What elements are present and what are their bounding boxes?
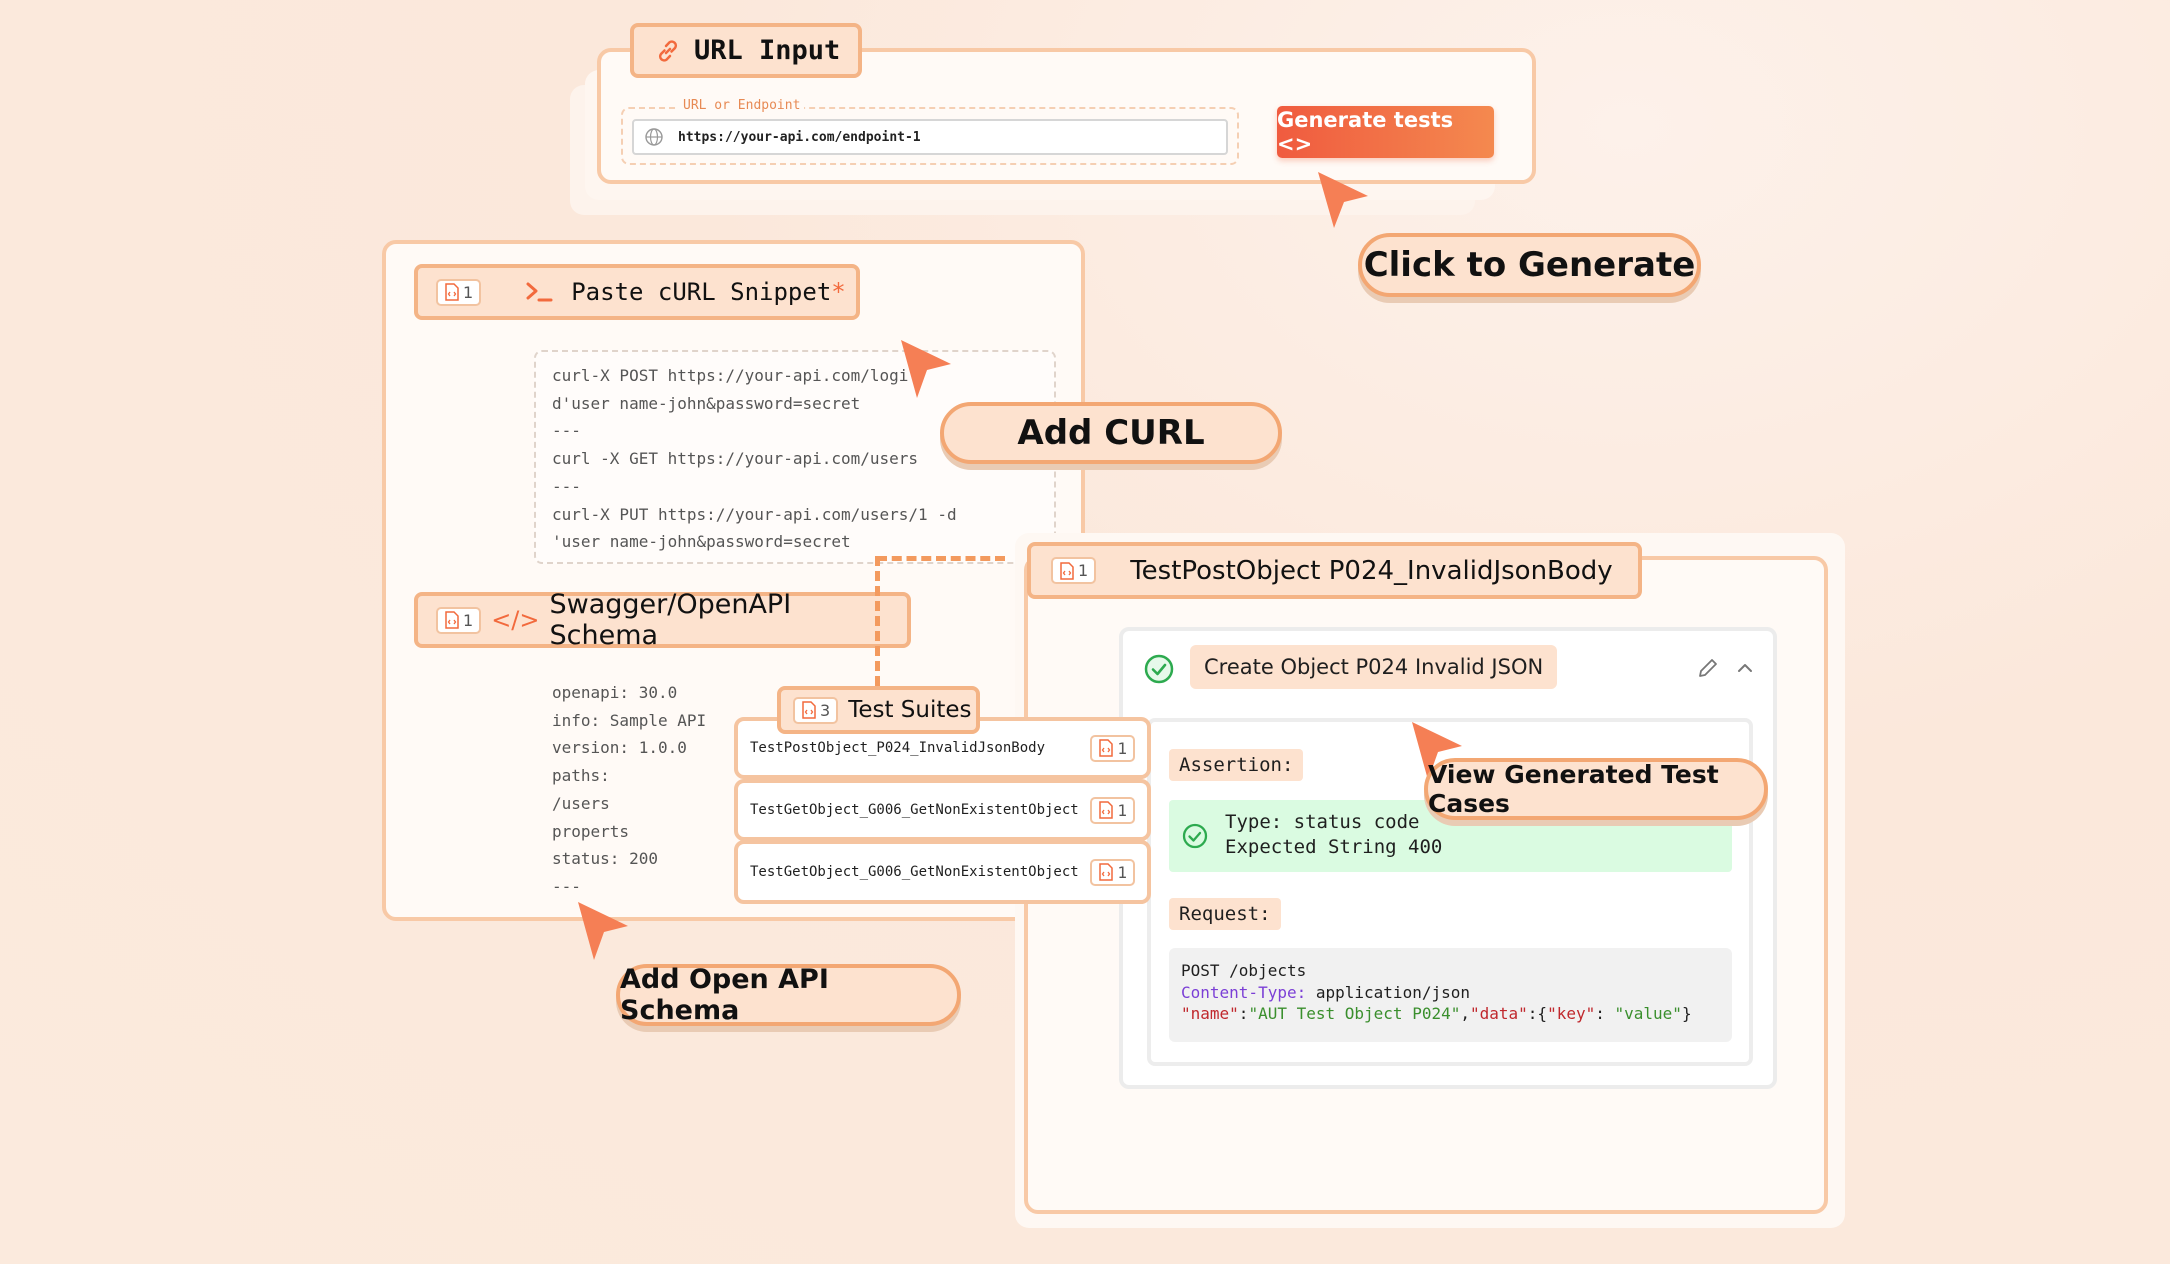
header-key: Content-Type: (1181, 982, 1307, 1002)
test-detail-title: TestPostObject P024_InvalidJsonBody (1130, 555, 1613, 586)
globe-icon (644, 127, 664, 147)
suite-name: TestPostObject_P024_InvalidJsonBody (750, 740, 1046, 756)
assertion-expected: Expected String 400 (1225, 836, 1443, 858)
request-code-box: POST /objects Content-Type: application/… (1169, 948, 1732, 1042)
json-key: "data" (1470, 1004, 1528, 1023)
assertion-label: Assertion: (1169, 749, 1304, 781)
swagger-badge-count: 1 (463, 610, 474, 630)
request-method-line: POST /objects (1181, 961, 1307, 980)
test-suite-row[interactable]: TestGetObject_G006_GetNonExistentObject … (734, 840, 1151, 904)
curl-file-badge: 1 (436, 278, 482, 306)
click-to-generate-callout: Click to Generate (1358, 233, 1701, 297)
suites-badge-count: 3 (820, 700, 831, 720)
suite-name: TestGetObject_G006_GetNonExistentObject (750, 802, 1079, 818)
swagger-line: properts (552, 821, 630, 841)
detail-badge-count: 1 (1078, 561, 1089, 580)
link-icon (654, 37, 682, 65)
curl-tab[interactable]: 1 Paste cURL Snippet * (414, 264, 860, 320)
request-body-line: "name":"AUT Test Object P024","data":{"k… (1181, 1003, 1720, 1025)
detail-file-badge: 1 (1051, 557, 1097, 584)
view-cases-callout: View Generated Test Cases (1424, 758, 1768, 820)
chevron-up-icon[interactable] (1735, 658, 1755, 678)
generate-tests-button[interactable]: Generate tests <> (1277, 106, 1494, 158)
curl-badge-count: 1 (463, 282, 474, 302)
suite-count-badge: 1 (1090, 858, 1135, 886)
pointer-arrow-icon (1318, 172, 1368, 228)
check-circle-icon (1181, 822, 1209, 850)
test-case-card: Create Object P024 Invalid JSON Assertio… (1119, 627, 1777, 1089)
code-brackets-icon: </> (491, 606, 540, 634)
curl-tab-title: Paste cURL Snippet (571, 278, 832, 306)
terminal-icon (525, 280, 553, 304)
swagger-code: openapi: 30.0 info: Sample API version: … (552, 679, 706, 901)
pencil-icon[interactable] (1696, 656, 1720, 680)
suite-count-badge: 1 (1090, 796, 1135, 824)
test-suites-title: Test Suites (848, 697, 972, 723)
test-case-title: Create Object P024 Invalid JSON (1190, 645, 1558, 689)
test-suites-tab[interactable]: 3 Test Suites (777, 686, 980, 734)
json-key: "key" (1547, 1004, 1596, 1023)
suite-count: 1 (1117, 800, 1127, 820)
url-input-title: URL Input (694, 35, 841, 66)
swagger-line: openapi: 30.0 (552, 683, 678, 702)
assertion-type: Type: status code (1225, 811, 1420, 833)
check-circle-icon (1143, 653, 1175, 685)
request-label: Request: (1169, 898, 1281, 930)
file-code-icon (1099, 739, 1114, 757)
suite-name: TestGetObject_G006_GetNonExistentObject (750, 864, 1079, 880)
header-value: application/json (1306, 982, 1470, 1002)
json-value: "AUT Test Object P024" (1248, 1004, 1461, 1023)
test-suite-row[interactable]: TestGetObject_G006_GetNonExistentObject … (734, 779, 1151, 841)
swagger-tab[interactable]: 1 </> Swagger/OpenAPI Schema (414, 589, 911, 651)
suite-count: 1 (1117, 738, 1127, 758)
connector-line (875, 556, 880, 686)
swagger-file-badge: 1 (436, 606, 482, 634)
json-key: "name" (1181, 1004, 1239, 1023)
json-punct: :{ (1527, 1004, 1548, 1023)
add-openapi-callout: Add Open API Schema (616, 964, 961, 1026)
swagger-tab-title: Swagger/OpenAPI Schema (549, 589, 792, 651)
curl-line: --- (552, 476, 581, 496)
url-field-label: URL or Endpoint (679, 98, 805, 113)
suites-file-badge: 3 (793, 696, 839, 724)
add-curl-callout: Add CURL (940, 402, 1282, 464)
curl-line: curl -X GET https://your-api.com/users (552, 449, 919, 469)
file-code-icon (445, 611, 459, 629)
test-detail-tab[interactable]: 1 TestPostObject P024_InvalidJsonBody (1027, 542, 1642, 599)
suite-count: 1 (1117, 862, 1127, 882)
swagger-line: status: 200 (552, 849, 658, 869)
file-code-icon (1060, 561, 1074, 580)
connector-line (877, 556, 1005, 561)
curl-line: 'user name-john&password=secret (552, 532, 851, 552)
curl-line: curl-X PUT https://your-api.com/users/1 … (552, 504, 957, 524)
json-punct: : (1238, 1004, 1249, 1023)
json-punct: : (1595, 1004, 1615, 1023)
swagger-line: version: 1.0.0 (552, 738, 687, 758)
swagger-line: --- (552, 876, 581, 896)
assertion-text: Type: status code Expected String 400 (1225, 810, 1442, 860)
swagger-line: info: Sample API (552, 710, 707, 730)
swagger-line: /users (552, 793, 610, 813)
required-mark: * (831, 278, 846, 306)
file-code-icon (802, 701, 816, 719)
file-code-icon (1099, 801, 1114, 819)
url-input-value: https://your-api.com/endpoint-1 (678, 129, 921, 145)
curl-line: --- (552, 421, 581, 441)
url-input-tab: URL Input (630, 23, 862, 78)
json-punct: , (1460, 1004, 1470, 1023)
file-code-icon (1099, 863, 1114, 881)
json-value: "value" (1614, 1004, 1682, 1023)
pointer-arrow-icon (901, 340, 951, 398)
url-input[interactable]: https://your-api.com/endpoint-1 (632, 119, 1228, 155)
swagger-line: paths: (552, 766, 610, 786)
pointer-arrow-icon (578, 902, 628, 960)
file-code-icon (445, 283, 459, 301)
json-punct: } (1681, 1004, 1692, 1023)
request-header-line: Content-Type: application/json (1181, 982, 1720, 1004)
suite-count-badge: 1 (1090, 734, 1135, 762)
